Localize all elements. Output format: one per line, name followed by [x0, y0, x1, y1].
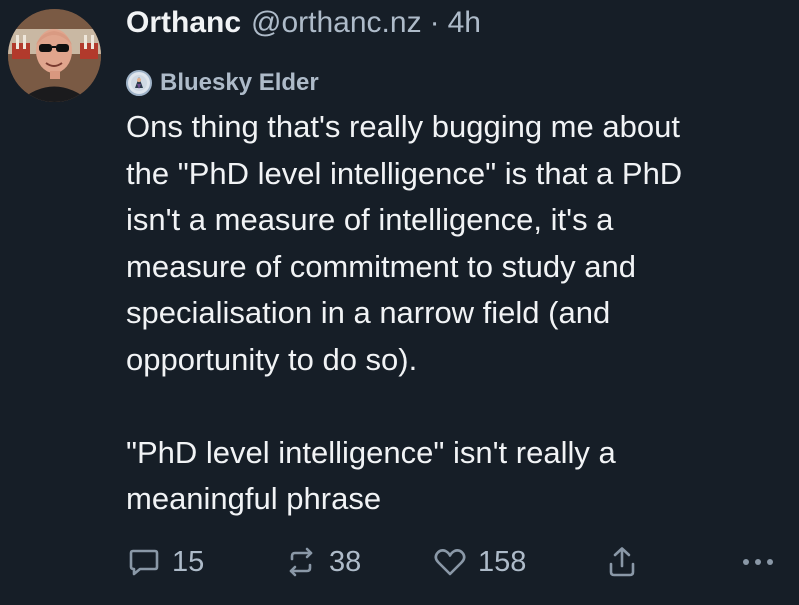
post-body-text: Ons thing that's really bugging me about…: [126, 109, 683, 516]
post-header: Orthanc @orthanc.nz · 4h: [126, 6, 791, 50]
reply-icon: [129, 549, 159, 576]
repost-button[interactable]: 38: [283, 538, 361, 586]
badge-label: Bluesky Elder: [160, 69, 319, 96]
like-button[interactable]: 158: [432, 538, 526, 586]
avatar-image: [8, 9, 101, 102]
repost-count: 38: [329, 545, 362, 578]
separator-dot: ·: [429, 6, 440, 39]
bluesky-elder-badge-icon: [126, 70, 152, 96]
author-badge[interactable]: Bluesky Elder: [126, 68, 791, 98]
post-actions: 15 38 158: [126, 538, 786, 586]
post-content: Orthanc @orthanc.nz · 4h Bluesky Elder O…: [126, 6, 791, 523]
author-avatar[interactable]: [8, 9, 101, 102]
share-button[interactable]: [604, 538, 640, 586]
reply-button[interactable]: 15: [126, 538, 204, 586]
repost-icon: [289, 547, 313, 577]
author-display-name[interactable]: Orthanc: [126, 6, 241, 40]
reply-count: 15: [172, 545, 205, 578]
post-timestamp[interactable]: 4h: [448, 6, 481, 40]
more-dots-icon: [743, 559, 773, 565]
author-handle[interactable]: @orthanc.nz: [251, 6, 422, 40]
like-count: 158: [478, 545, 527, 578]
post: Orthanc @orthanc.nz · 4h Bluesky Elder O…: [0, 0, 799, 605]
heart-icon: [434, 549, 466, 576]
share-icon: [609, 547, 635, 577]
more-options-button[interactable]: [738, 538, 778, 586]
